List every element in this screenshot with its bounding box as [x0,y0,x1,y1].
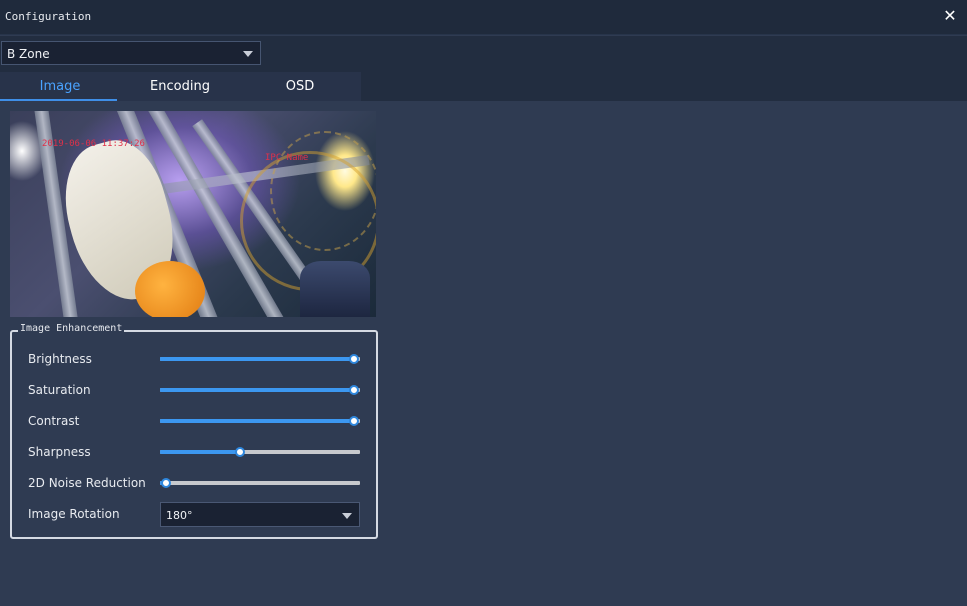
preview-cable [270,131,376,251]
chevron-down-icon [243,51,253,57]
title-bar: Configuration ✕ [0,0,967,35]
slider-fill [160,357,354,361]
brightness-label: Brightness [28,352,92,366]
tab-image[interactable]: Image [0,72,120,101]
tab-osd[interactable]: OSD [240,72,360,101]
preview-orange-object [135,261,205,317]
close-icon[interactable]: ✕ [941,7,959,25]
slider-handle[interactable] [235,447,245,457]
slider-fill [160,419,354,423]
slider-fill [160,388,354,392]
sharpness-slider[interactable] [160,446,360,458]
slider-handle[interactable] [349,354,359,364]
image-rotation-value: 180° [166,509,193,522]
brightness-slider[interactable] [160,353,360,365]
zone-dropdown-value: B Zone [7,47,50,61]
tab-bar: Image Encoding OSD [0,72,361,101]
saturation-slider[interactable] [160,384,360,396]
slider-handle[interactable] [161,478,171,488]
slider-fill [160,450,240,454]
saturation-label: Saturation [28,383,91,397]
preview-osd-timestamp: 2019-06-06 11:37:26 [42,139,145,149]
tab-encoding[interactable]: Encoding [120,72,240,101]
slider-handle[interactable] [349,385,359,395]
video-preview: 2019-06-06 11:37:26 IPC Name [10,111,376,317]
slider-track [160,481,360,485]
window-title: Configuration [5,10,92,23]
noise-reduction-label: 2D Noise Reduction [28,476,146,490]
image-enhancement-legend: Image Enhancement [18,323,125,334]
contrast-slider[interactable] [160,415,360,427]
noise-reduction-slider[interactable] [160,477,360,489]
sharpness-label: Sharpness [28,445,91,459]
zone-dropdown[interactable]: B Zone [1,41,261,65]
preview-figure [300,261,370,317]
preview-osd-name: IPC Name [265,153,309,163]
contrast-label: Contrast [28,414,80,428]
slider-handle[interactable] [349,416,359,426]
chevron-down-icon [342,513,352,519]
image-rotation-dropdown[interactable]: 180° [160,502,360,527]
image-rotation-label: Image Rotation [28,507,120,521]
